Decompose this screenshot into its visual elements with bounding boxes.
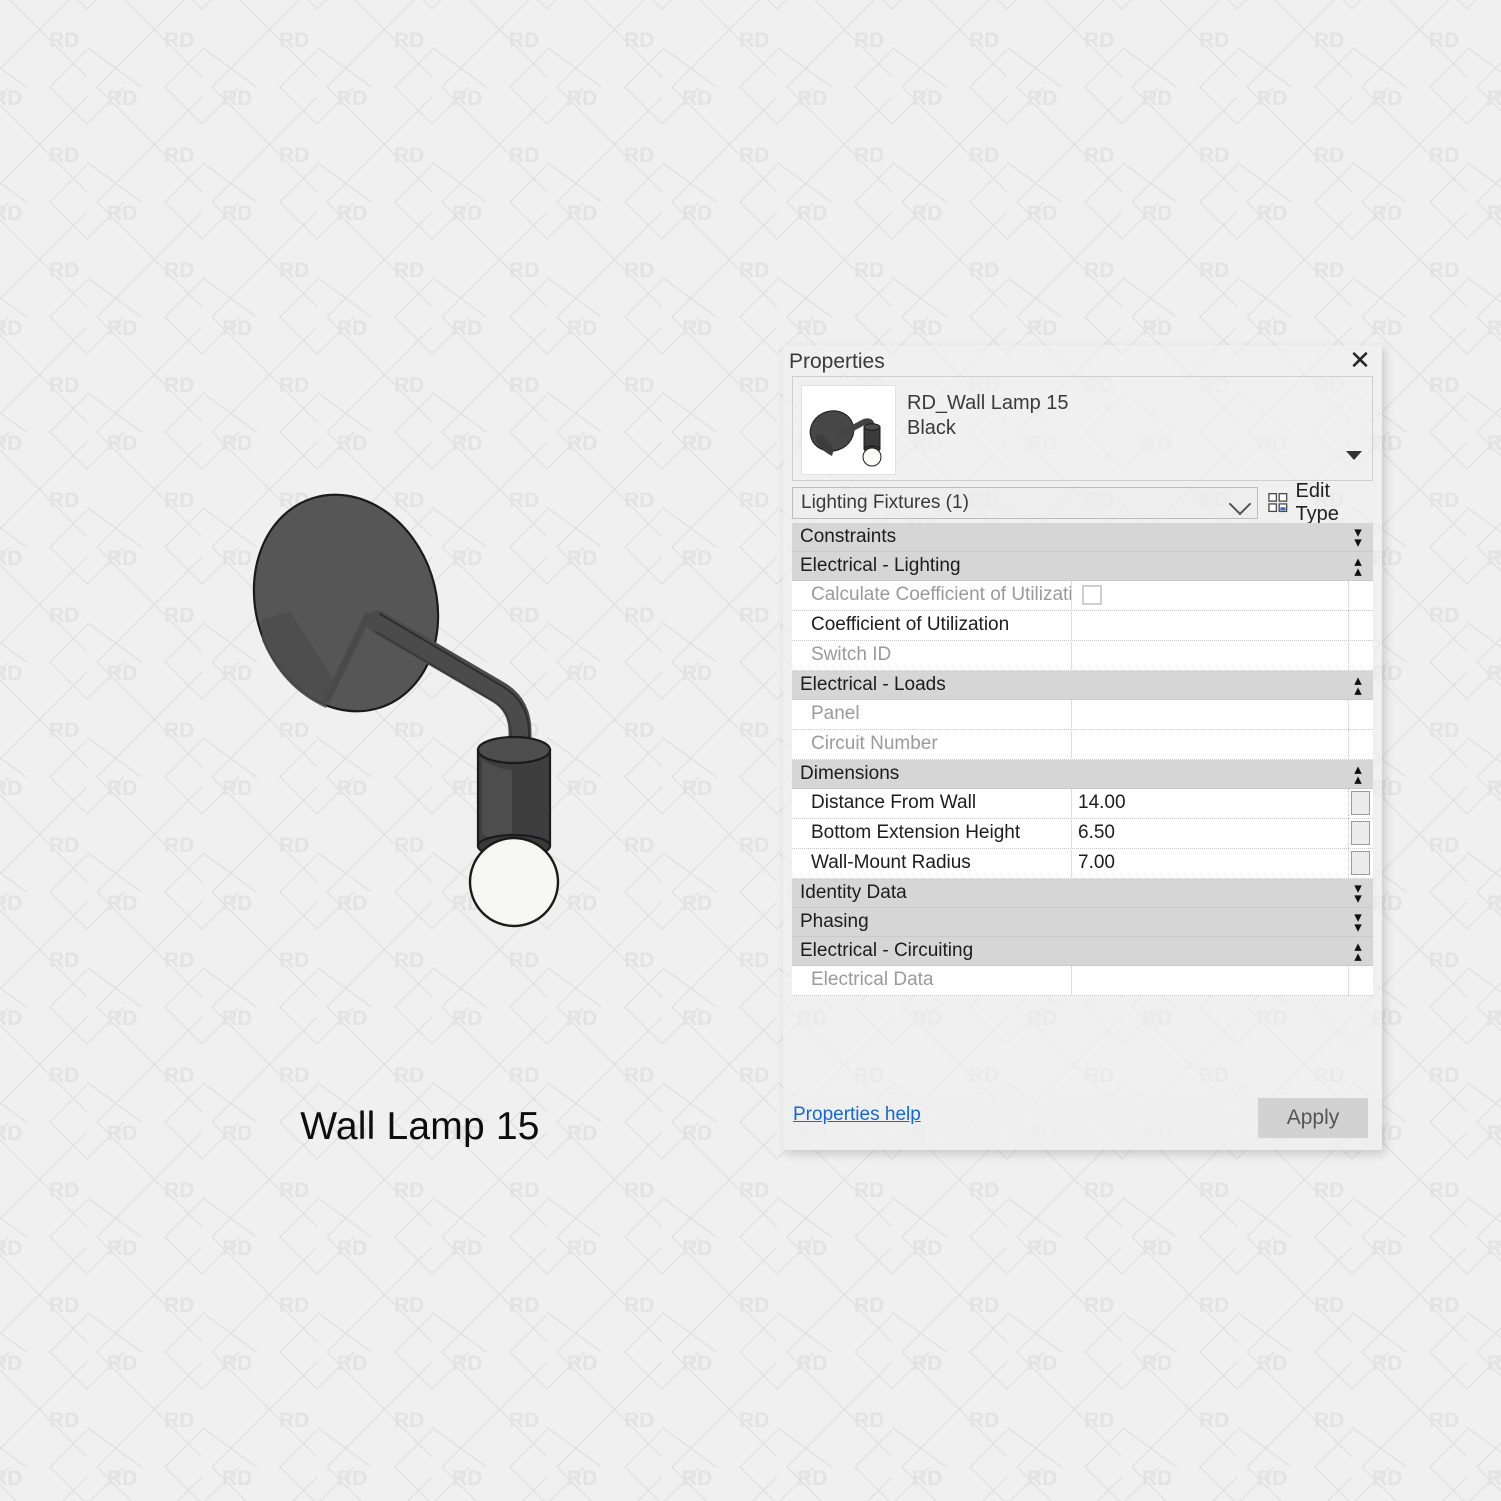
edit-type-label: Edit Type: [1295, 480, 1339, 525]
type-name: RD_Wall Lamp 15 Black: [907, 391, 1332, 441]
property-group-label: Electrical - Circuiting: [800, 940, 974, 961]
property-name: Panel: [792, 700, 1072, 729]
edit-type-icon: [1268, 493, 1288, 513]
property-row[interactable]: Calculate Coefficient of Utilizati...: [792, 581, 1373, 611]
double-chevron-up-icon[interactable]: ▴ ▴: [1349, 939, 1367, 964]
double-chevron-up-icon[interactable]: ▴ ▴: [1349, 762, 1367, 787]
double-chevron-up-icon[interactable]: ▴ ▴: [1349, 673, 1367, 698]
property-group-header[interactable]: Electrical - Circuiting ▴ ▴: [792, 937, 1373, 966]
property-group-label: Phasing: [800, 911, 869, 932]
category-select[interactable]: Lighting Fixtures (1): [792, 487, 1258, 519]
double-chevron-up-icon[interactable]: ▴ ▴: [1349, 554, 1367, 579]
property-name: Switch ID: [792, 641, 1072, 670]
property-name: Electrical Data: [792, 966, 1072, 995]
property-row[interactable]: Switch ID: [792, 641, 1373, 671]
property-association-cell: [1348, 611, 1373, 640]
property-value[interactable]: 6.50: [1072, 819, 1348, 848]
type-thumbnail-lamp-icon: [809, 410, 882, 467]
property-group-label: Electrical - Lighting: [800, 555, 961, 576]
property-value[interactable]: [1072, 581, 1348, 610]
lamp-wall-plate-group: [252, 493, 440, 713]
lamp-socket-top: [476, 735, 552, 765]
property-association-cell: [1348, 849, 1373, 878]
lamp-wall-plate: [252, 493, 440, 713]
property-row[interactable]: Bottom Extension Height 6.50: [792, 819, 1373, 849]
property-value[interactable]: [1072, 611, 1348, 640]
property-association-cell: [1348, 819, 1373, 848]
category-selector-row: Lighting Fixtures (1) Edit Type: [792, 480, 1373, 525]
chevron-down-icon: [1228, 492, 1252, 516]
property-row[interactable]: Circuit Number: [792, 730, 1373, 760]
checkbox-unchecked-icon[interactable]: [1082, 585, 1102, 605]
property-name: Coefficient of Utilization: [792, 611, 1072, 640]
edit-type-button[interactable]: Edit Type: [1268, 480, 1373, 525]
property-group-header[interactable]: Constraints ▾ ▾: [792, 523, 1373, 552]
property-value[interactable]: [1072, 641, 1348, 670]
property-association-cell: [1348, 966, 1373, 995]
type-thumbnail: [801, 385, 896, 475]
type-name-line2: Black: [907, 417, 956, 439]
property-group-header[interactable]: Identity Data ▾ ▾: [792, 879, 1373, 908]
associate-parameter-button[interactable]: [1351, 851, 1370, 875]
property-row[interactable]: Coefficient of Utilization: [792, 611, 1373, 641]
apply-button[interactable]: Apply: [1258, 1098, 1368, 1138]
property-row[interactable]: Panel: [792, 700, 1373, 730]
property-name: Distance From Wall: [792, 789, 1072, 818]
associate-parameter-button[interactable]: [1351, 821, 1370, 845]
close-icon[interactable]: ✕: [1346, 348, 1374, 376]
type-selector-dropdown-arrow-icon[interactable]: [1346, 451, 1362, 460]
property-name: Wall-Mount Radius: [792, 849, 1072, 878]
property-value[interactable]: [1072, 730, 1348, 759]
property-name: Bottom Extension Height: [792, 819, 1072, 848]
property-association-cell: [1348, 789, 1373, 818]
property-group-header[interactable]: Dimensions ▴ ▴: [792, 760, 1373, 789]
property-name: Calculate Coefficient of Utilizati...: [792, 581, 1072, 610]
property-group-label: Identity Data: [800, 882, 907, 903]
property-group-label: Constraints: [800, 526, 897, 547]
lamp-bulb: [468, 836, 560, 928]
property-group-header[interactable]: Phasing ▾ ▾: [792, 908, 1373, 937]
property-group-label: Dimensions: [800, 763, 900, 784]
property-group-header[interactable]: Electrical - Lighting ▴ ▴: [792, 552, 1373, 581]
property-name: Circuit Number: [792, 730, 1072, 759]
property-row[interactable]: Electrical Data: [792, 966, 1373, 996]
type-name-line1: RD_Wall Lamp 15: [907, 392, 1069, 414]
property-value[interactable]: [1072, 700, 1348, 729]
lamp-caption: Wall Lamp 15: [300, 1105, 540, 1148]
property-row[interactable]: Wall-Mount Radius 7.00: [792, 849, 1373, 879]
property-grid: Constraints ▾ ▾ Electrical - Lighting ▴ ▴ Calc…: [792, 523, 1373, 1090]
property-association-cell: [1348, 700, 1373, 729]
associate-parameter-button[interactable]: [1351, 791, 1370, 815]
double-chevron-down-icon[interactable]: ▾ ▾: [1349, 525, 1367, 550]
lamp-socket-highlight: [482, 759, 512, 842]
property-row[interactable]: Distance From Wall 14.00: [792, 789, 1373, 819]
category-select-value: Lighting Fixtures (1): [801, 492, 969, 513]
properties-palette: Properties ✕ RD_Wall Lamp 15 Black Light…: [783, 345, 1382, 1150]
property-group-label: Electrical - Loads: [800, 674, 946, 695]
property-value[interactable]: 14.00: [1072, 789, 1348, 818]
page-title: Properties: [789, 350, 885, 373]
property-value[interactable]: [1072, 966, 1348, 995]
property-value[interactable]: 7.00: [1072, 849, 1348, 878]
property-association-cell: [1348, 641, 1373, 670]
double-chevron-down-icon[interactable]: ▾ ▾: [1349, 881, 1367, 906]
properties-footer: Properties help Apply: [783, 1092, 1382, 1150]
property-group-header[interactable]: Electrical - Loads ▴ ▴: [792, 671, 1373, 700]
property-association-cell: [1348, 581, 1373, 610]
property-association-cell: [1348, 730, 1373, 759]
type-preview-block: RD_Wall Lamp 15 Black: [792, 376, 1373, 481]
wall-lamp-illustration: [252, 493, 560, 928]
properties-help-link[interactable]: Properties help: [793, 1104, 921, 1126]
double-chevron-down-icon[interactable]: ▾ ▾: [1349, 910, 1367, 935]
